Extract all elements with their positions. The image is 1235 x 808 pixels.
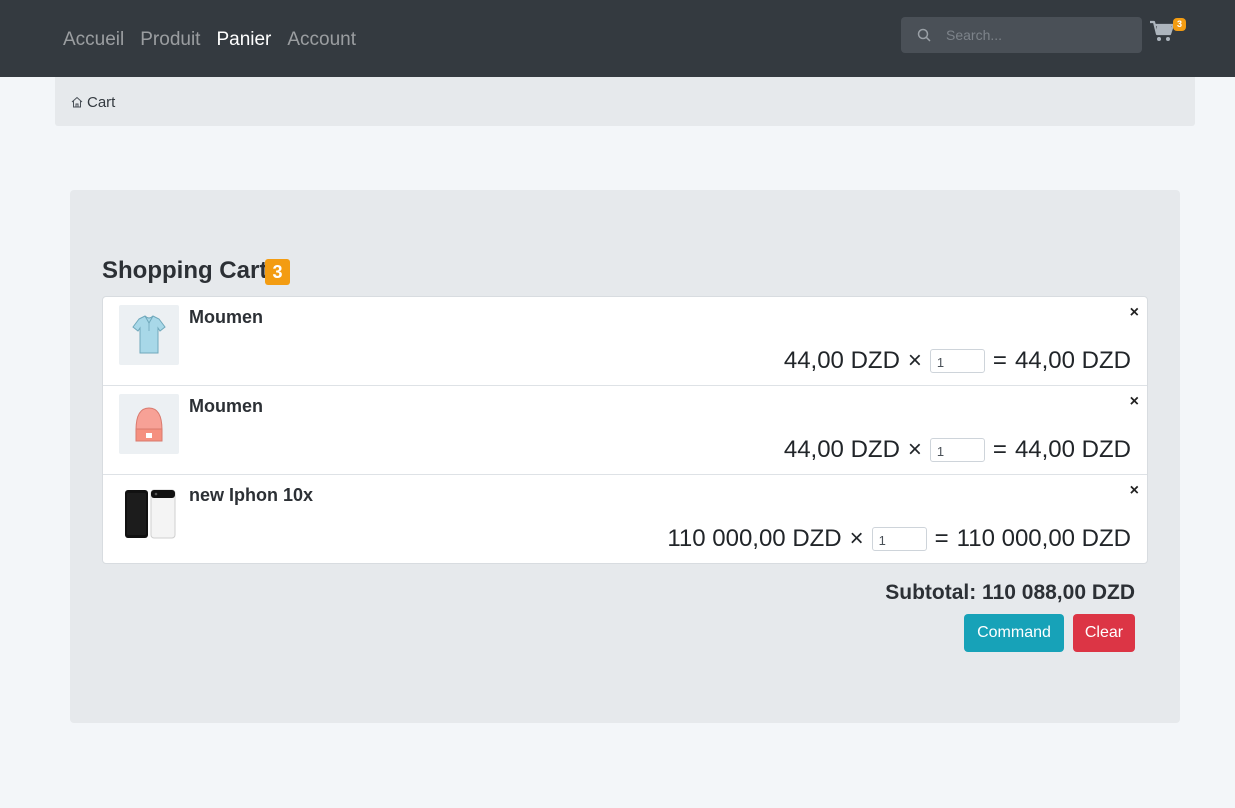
equals-sign: = [992,347,1007,374]
quantity-input[interactable] [871,527,927,551]
nav-link-accueil[interactable]: Accueil [63,28,124,52]
remove-item-button[interactable]: × [1130,483,1139,499]
subtotal: Subtotal: 110 088,00 DZD [885,581,1135,604]
clear-button[interactable]: Clear [1073,614,1135,652]
cart-item-list: Moumen × 44,00 DZD × = 44,00 DZD Moumen … [102,296,1148,564]
price-line: 44,00 DZD × = 44,00 DZD [784,347,1131,375]
cart-item: Moumen × 44,00 DZD × = 44,00 DZD [103,386,1147,475]
search-icon [917,28,931,42]
page-title: Shopping Cart [102,257,268,284]
shopping-cart-icon [1150,20,1174,41]
quantity-input[interactable] [929,438,985,462]
times-sign: × [907,347,922,374]
item-price: 44,00 DZD [783,436,900,463]
item-total: 44,00 DZD [1014,347,1131,374]
search-input[interactable] [946,17,1136,53]
remove-item-button[interactable]: × [1130,305,1139,321]
equals-sign: = [992,436,1007,463]
search-box [901,17,1142,53]
cart-items-badge: 3 [265,259,290,285]
price-line: 110 000,00 DZD × = 110 000,00 DZD [667,525,1131,553]
nav-link-panier[interactable]: Panier [216,28,271,52]
price-line: 44,00 DZD × = 44,00 DZD [784,436,1131,464]
item-name: Moumen [189,396,263,416]
item-name: Moumen [189,307,263,327]
item-price: 44,00 DZD [783,347,900,374]
item-total: 110 000,00 DZD [956,525,1131,552]
cart-button[interactable]: 3 [1149,18,1189,44]
command-button[interactable]: Command [964,614,1064,652]
top-navbar: Accueil Produit Panier Account 3 [0,0,1235,77]
cart-item: Moumen × 44,00 DZD × = 44,00 DZD [103,297,1147,386]
times-sign: × [849,525,864,552]
home-icon [71,96,83,108]
item-price: 110 000,00 DZD [667,525,842,552]
cart-item: new Iphon 10x × 110 000,00 DZD × = 110 0… [103,475,1147,563]
item-total: 44,00 DZD [1014,436,1131,463]
remove-item-button[interactable]: × [1130,394,1139,410]
cart-panel: Shopping Cart 3 Moumen × 44,00 DZD × = 4… [70,190,1180,723]
tshirt-image [119,305,179,365]
cart-count-badge: 3 [1173,18,1187,31]
nav-link-produit[interactable]: Produit [140,28,200,52]
nav-links: Accueil Produit Panier Account [63,28,356,52]
quantity-input[interactable] [929,349,985,373]
breadcrumb-cart[interactable]: Cart [87,94,115,111]
item-name: new Iphon 10x [189,485,314,505]
equals-sign: = [934,525,949,552]
times-sign: × [907,436,922,463]
breadcrumb: Cart [55,77,1195,126]
beanie-image [119,394,179,454]
nav-link-account[interactable]: Account [287,28,356,52]
phone-image [119,483,179,543]
